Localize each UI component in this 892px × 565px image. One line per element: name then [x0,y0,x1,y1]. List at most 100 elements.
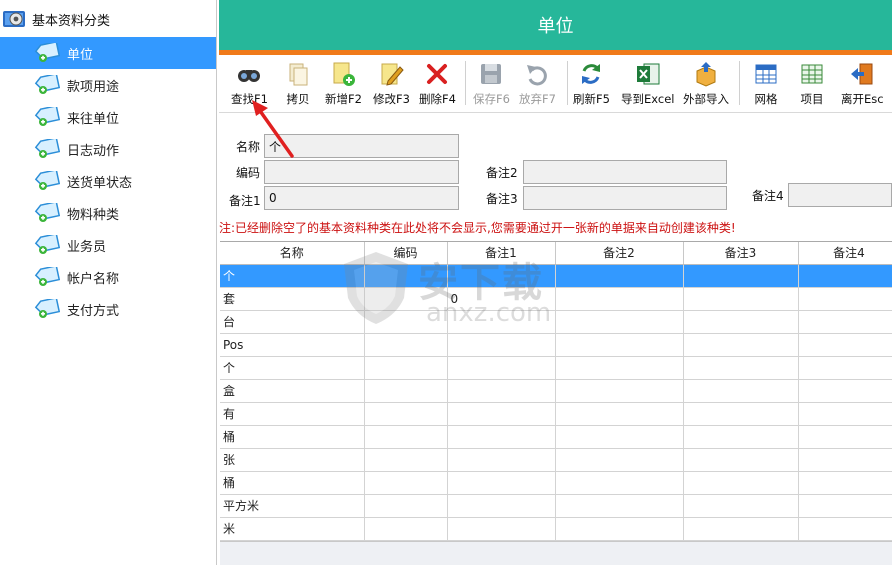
table-cell[interactable] [555,471,684,495]
table-cell[interactable] [683,356,799,380]
table-cell[interactable] [447,310,556,334]
table-cell[interactable] [364,356,448,380]
note3-field[interactable] [523,186,727,210]
table-cell[interactable] [364,379,448,403]
column-header[interactable]: 备注2 [555,242,684,265]
refresh-button[interactable]: 刷新F5 [573,61,610,109]
table-cell[interactable] [364,287,448,311]
table-row[interactable]: 个 [220,356,892,380]
name-field[interactable] [264,134,459,158]
table-cell[interactable] [683,402,799,426]
table-row[interactable]: 桶 [220,471,892,495]
table-cell[interactable]: 0 [447,287,556,311]
table-cell[interactable]: 有 [220,402,365,426]
table-row[interactable]: 个 [220,264,892,288]
table-cell[interactable] [683,310,799,334]
table-cell[interactable] [555,333,684,357]
note2-field[interactable] [523,160,727,184]
sidebar-item[interactable]: 物料种类 [0,197,216,229]
table-cell[interactable] [798,471,892,495]
table-cell[interactable] [555,402,684,426]
table-cell[interactable] [798,287,892,311]
table-cell[interactable]: 张 [220,448,365,472]
table-cell[interactable] [683,379,799,403]
table-cell[interactable] [447,402,556,426]
table-cell[interactable] [798,494,892,518]
column-header[interactable]: 备注4 [798,242,892,265]
table-cell[interactable] [683,333,799,357]
table-cell[interactable]: 桶 [220,471,365,495]
column-header[interactable]: 备注3 [683,242,799,265]
table-cell[interactable] [798,448,892,472]
table-cell[interactable] [555,287,684,311]
table-cell[interactable]: 平方米 [220,494,365,518]
table-row[interactable]: 桶 [220,425,892,449]
table-cell[interactable] [447,379,556,403]
table-cell[interactable] [364,310,448,334]
table-cell[interactable] [447,448,556,472]
add-button[interactable]: 新增F2 [325,61,362,109]
table-cell[interactable]: Pos [220,333,365,357]
sidebar-item[interactable]: 日志动作 [0,133,216,165]
table-cell[interactable] [364,471,448,495]
table-cell[interactable] [447,494,556,518]
table-cell[interactable] [447,264,556,288]
table-cell[interactable]: 个 [220,356,365,380]
sidebar-item[interactable]: 送货单状态 [0,165,216,197]
save-button[interactable]: 保存F6 [473,61,510,109]
table-cell[interactable] [683,287,799,311]
tree-root[interactable]: 基本资料分类 [0,6,110,32]
items-button[interactable]: 项目 [799,61,825,109]
table-row[interactable]: 平方米 [220,494,892,518]
table-cell[interactable] [364,448,448,472]
table-row[interactable]: 盒 [220,379,892,403]
table-cell[interactable] [798,379,892,403]
export-excel-button[interactable]: 导到Excel [621,61,674,109]
delete-button[interactable]: 删除F4 [419,61,456,109]
table-row[interactable]: 有 [220,402,892,426]
sidebar-item[interactable]: 业务员 [0,229,216,261]
exit-button[interactable]: 离开Esc [841,61,884,109]
search-button[interactable]: 查找F1 [231,61,268,109]
copy-button[interactable]: 拷贝 [285,61,311,109]
column-header[interactable]: 编码 [364,242,448,265]
table-cell[interactable] [447,333,556,357]
column-header[interactable]: 备注1 [447,242,556,265]
table-cell[interactable] [555,310,684,334]
table-cell[interactable]: 盒 [220,379,365,403]
table-cell[interactable] [798,333,892,357]
note4-field[interactable] [788,183,892,207]
table-row[interactable]: 台 [220,310,892,334]
table-row[interactable]: 米 [220,517,892,541]
table-cell[interactable] [364,333,448,357]
discard-button[interactable]: 放弃F7 [519,61,556,109]
sidebar-item[interactable]: 来往单位 [0,101,216,133]
sidebar-item[interactable]: 单位 [0,37,216,69]
table-row[interactable]: Pos [220,333,892,357]
table-cell[interactable] [555,494,684,518]
table-cell[interactable]: 台 [220,310,365,334]
table-cell[interactable] [555,517,684,541]
table-cell[interactable]: 套 [220,287,365,311]
table-cell[interactable] [555,264,684,288]
table-cell[interactable] [798,425,892,449]
table-cell[interactable] [555,356,684,380]
table-cell[interactable] [683,448,799,472]
table-cell[interactable] [555,379,684,403]
table-cell[interactable] [364,402,448,426]
table-cell[interactable] [798,264,892,288]
table-cell[interactable] [364,264,448,288]
table-cell[interactable]: 桶 [220,425,365,449]
table-cell[interactable]: 米 [220,517,365,541]
table-cell[interactable] [364,425,448,449]
table-cell[interactable] [683,517,799,541]
sidebar-item[interactable]: 帐户名称 [0,261,216,293]
table-cell[interactable] [798,356,892,380]
code-field[interactable] [264,160,459,184]
table-cell[interactable] [683,494,799,518]
table-row[interactable]: 套0 [220,287,892,311]
note1-field[interactable] [264,186,459,210]
import-button[interactable]: 外部导入 [683,61,729,109]
table-cell[interactable] [683,264,799,288]
table-row[interactable]: 张 [220,448,892,472]
